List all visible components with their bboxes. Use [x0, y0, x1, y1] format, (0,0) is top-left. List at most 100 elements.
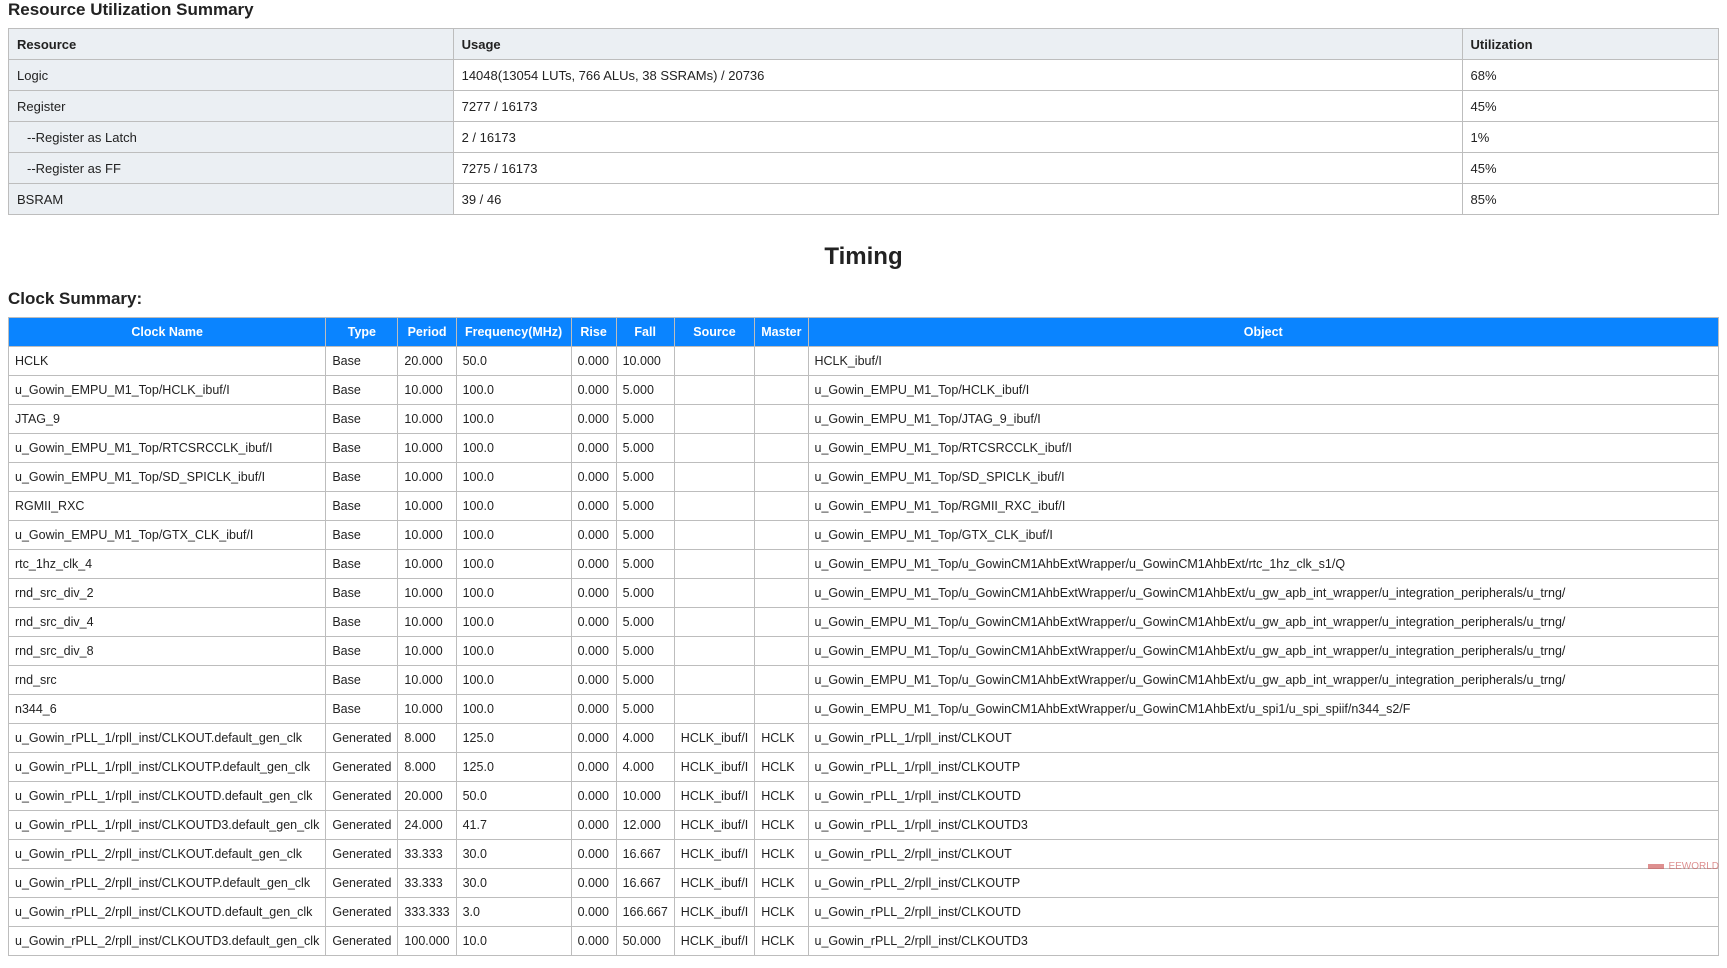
cell-rise: 0.000: [571, 579, 616, 608]
cell-master: HCLK: [755, 811, 808, 840]
cell-period: 20.000: [398, 347, 456, 376]
cell-fall: 166.667: [616, 898, 674, 927]
cell-fall: 10.000: [616, 782, 674, 811]
cell-source: [674, 666, 754, 695]
cell-clock-name: HCLK: [9, 347, 326, 376]
cell-rise: 0.000: [571, 724, 616, 753]
cell-fall: 5.000: [616, 550, 674, 579]
cell-utilization: 45%: [1462, 91, 1719, 122]
cell-clock-name: u_Gowin_rPLL_1/rpll_inst/CLKOUTD.default…: [9, 782, 326, 811]
cell-clock-name: u_Gowin_EMPU_M1_Top/HCLK_ibuf/I: [9, 376, 326, 405]
cell-utilization: 85%: [1462, 184, 1719, 215]
timing-title: Timing: [8, 243, 1719, 271]
col-header-fall: Fall: [616, 318, 674, 347]
cell-frequency: 100.0: [456, 666, 571, 695]
cell-fall: 4.000: [616, 724, 674, 753]
cell-frequency: 125.0: [456, 724, 571, 753]
cell-rise: 0.000: [571, 463, 616, 492]
cell-object: u_Gowin_EMPU_M1_Top/u_GowinCM1AhbExtWrap…: [808, 695, 1719, 724]
cell-source: [674, 434, 754, 463]
cell-clock-name: n344_6: [9, 695, 326, 724]
cell-resource: Register: [9, 91, 454, 122]
table-row: n344_6Base10.000100.00.0005.000u_Gowin_E…: [9, 695, 1719, 724]
cell-object: u_Gowin_rPLL_1/rpll_inst/CLKOUTP: [808, 753, 1719, 782]
cell-fall: 5.000: [616, 695, 674, 724]
cell-type: Base: [326, 637, 398, 666]
cell-period: 33.333: [398, 869, 456, 898]
cell-type: Base: [326, 608, 398, 637]
cell-object: u_Gowin_rPLL_1/rpll_inst/CLKOUT: [808, 724, 1719, 753]
cell-object: u_Gowin_EMPU_M1_Top/JTAG_9_ibuf/I: [808, 405, 1719, 434]
cell-clock-name: u_Gowin_EMPU_M1_Top/GTX_CLK_ibuf/I: [9, 521, 326, 550]
table-row: u_Gowin_rPLL_2/rpll_inst/CLKOUTP.default…: [9, 869, 1719, 898]
resource-utilization-title: Resource Utilization Summary: [8, 0, 1719, 20]
cell-frequency: 100.0: [456, 434, 571, 463]
cell-source: [674, 637, 754, 666]
cell-fall: 5.000: [616, 579, 674, 608]
cell-type: Generated: [326, 927, 398, 956]
cell-master: [755, 550, 808, 579]
cell-rise: 0.000: [571, 405, 616, 434]
cell-frequency: 100.0: [456, 550, 571, 579]
cell-fall: 5.000: [616, 521, 674, 550]
cell-frequency: 30.0: [456, 869, 571, 898]
table-row: u_Gowin_EMPU_M1_Top/HCLK_ibuf/IBase10.00…: [9, 376, 1719, 405]
table-row: u_Gowin_rPLL_1/rpll_inst/CLKOUTD.default…: [9, 782, 1719, 811]
cell-clock-name: u_Gowin_rPLL_2/rpll_inst/CLKOUT.default_…: [9, 840, 326, 869]
cell-type: Base: [326, 463, 398, 492]
cell-period: 24.000: [398, 811, 456, 840]
cell-period: 10.000: [398, 521, 456, 550]
cell-type: Base: [326, 492, 398, 521]
table-row: rnd_src_div_2Base10.000100.00.0005.000u_…: [9, 579, 1719, 608]
cell-master: HCLK: [755, 782, 808, 811]
cell-rise: 0.000: [571, 637, 616, 666]
col-header-frequency: Frequency(MHz): [456, 318, 571, 347]
cell-period: 10.000: [398, 579, 456, 608]
table-row: u_Gowin_rPLL_2/rpll_inst/CLKOUT.default_…: [9, 840, 1719, 869]
cell-period: 33.333: [398, 840, 456, 869]
table-row: u_Gowin_EMPU_M1_Top/RTCSRCCLK_ibuf/IBase…: [9, 434, 1719, 463]
cell-rise: 0.000: [571, 898, 616, 927]
cell-frequency: 125.0: [456, 753, 571, 782]
cell-source: HCLK_ibuf/I: [674, 753, 754, 782]
cell-object: u_Gowin_rPLL_2/rpll_inst/CLKOUTD3: [808, 927, 1719, 956]
cell-clock-name: RGMII_RXC: [9, 492, 326, 521]
cell-rise: 0.000: [571, 753, 616, 782]
clock-summary-table: Clock Name Type Period Frequency(MHz) Ri…: [8, 317, 1719, 956]
col-header-object: Object: [808, 318, 1719, 347]
cell-master: HCLK: [755, 724, 808, 753]
cell-frequency: 50.0: [456, 347, 571, 376]
col-header-type: Type: [326, 318, 398, 347]
cell-object: u_Gowin_rPLL_1/rpll_inst/CLKOUTD: [808, 782, 1719, 811]
cell-rise: 0.000: [571, 666, 616, 695]
cell-frequency: 100.0: [456, 637, 571, 666]
cell-frequency: 100.0: [456, 695, 571, 724]
table-row: HCLKBase20.00050.00.00010.000HCLK_ibuf/I: [9, 347, 1719, 376]
table-row: u_Gowin_rPLL_2/rpll_inst/CLKOUTD.default…: [9, 898, 1719, 927]
table-row: JTAG_9Base10.000100.00.0005.000u_Gowin_E…: [9, 405, 1719, 434]
cell-master: [755, 434, 808, 463]
cell-rise: 0.000: [571, 550, 616, 579]
resource-utilization-table: Resource Usage Utilization Logic14048(13…: [8, 28, 1719, 215]
cell-rise: 0.000: [571, 492, 616, 521]
cell-usage: 2 / 16173: [453, 122, 1462, 153]
cell-master: [755, 637, 808, 666]
cell-master: [755, 492, 808, 521]
cell-frequency: 10.0: [456, 927, 571, 956]
col-header-rise: Rise: [571, 318, 616, 347]
col-header-usage: Usage: [453, 29, 1462, 60]
cell-type: Base: [326, 405, 398, 434]
cell-type: Base: [326, 695, 398, 724]
cell-master: HCLK: [755, 753, 808, 782]
cell-source: [674, 347, 754, 376]
table-row: RGMII_RXCBase10.000100.00.0005.000u_Gowi…: [9, 492, 1719, 521]
cell-fall: 5.000: [616, 405, 674, 434]
table-row: Register7277 / 1617345%: [9, 91, 1719, 122]
cell-type: Base: [326, 347, 398, 376]
table-row: --Register as FF7275 / 1617345%: [9, 153, 1719, 184]
cell-clock-name: rnd_src_div_2: [9, 579, 326, 608]
cell-period: 333.333: [398, 898, 456, 927]
cell-type: Generated: [326, 811, 398, 840]
cell-frequency: 50.0: [456, 782, 571, 811]
cell-source: [674, 608, 754, 637]
